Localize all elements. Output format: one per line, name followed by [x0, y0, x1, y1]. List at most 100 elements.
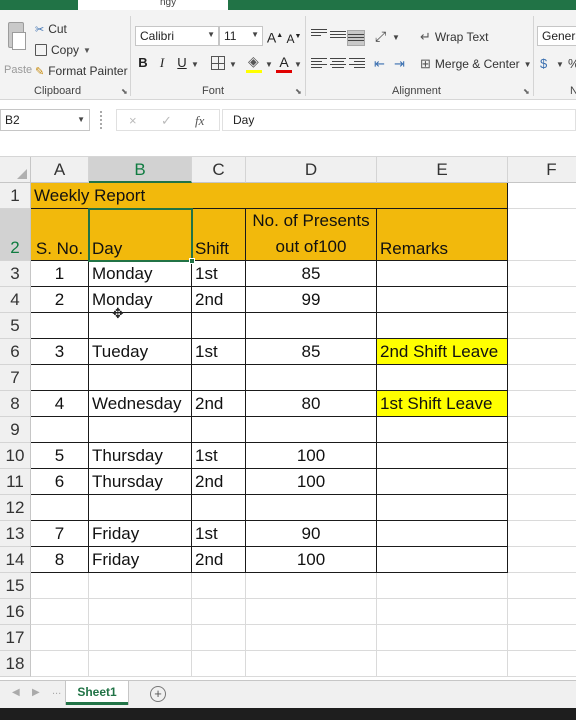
dialog-launcher-icon[interactable]: ⬊	[295, 87, 302, 96]
cell-a8[interactable]: 4	[31, 391, 89, 417]
cell-d18[interactable]	[246, 651, 377, 677]
more-sheets-icon[interactable]: ...	[52, 685, 61, 697]
cell-b5[interactable]	[89, 313, 192, 339]
format-painter-button[interactable]: ✎ Format Painter	[35, 63, 128, 79]
cell-e11[interactable]	[377, 469, 508, 495]
cell-e5[interactable]	[377, 313, 508, 339]
cell-b12[interactable]	[89, 495, 192, 521]
cell-d17[interactable]	[246, 625, 377, 651]
cell-c6[interactable]: 1st	[192, 339, 246, 365]
cell-c5[interactable]	[192, 313, 246, 339]
cell-b10[interactable]: Thursday	[89, 443, 192, 469]
cell-f15[interactable]	[508, 573, 576, 599]
chevron-down-icon[interactable]: ▼	[294, 60, 302, 69]
align-left-icon[interactable]	[311, 58, 327, 72]
resize-handle[interactable]	[100, 111, 104, 129]
row-header-1[interactable]: 1	[0, 183, 31, 209]
cell-b11[interactable]: Thursday	[89, 469, 192, 495]
cell-f18[interactable]	[508, 651, 576, 677]
underline-button[interactable]: U	[173, 54, 191, 72]
align-right-icon[interactable]	[349, 58, 365, 72]
cell-d7[interactable]	[246, 365, 377, 391]
cell-e4[interactable]	[377, 287, 508, 313]
cell-b18[interactable]	[89, 651, 192, 677]
cell-c17[interactable]	[192, 625, 246, 651]
row-header-16[interactable]: 16	[0, 599, 31, 625]
cell-a12[interactable]	[31, 495, 89, 521]
cell-f5[interactable]	[508, 313, 576, 339]
cell-f3[interactable]	[508, 261, 576, 287]
cell-a3[interactable]: 1	[31, 261, 89, 287]
cell-d8[interactable]: 80	[246, 391, 377, 417]
cell-a7[interactable]	[31, 365, 89, 391]
sheet-tab-sheet1[interactable]: Sheet1	[66, 681, 128, 705]
cut-button[interactable]: ✂ Cut	[35, 21, 67, 37]
row-header-17[interactable]: 17	[0, 625, 31, 651]
cell-b4[interactable]: Monday	[89, 287, 192, 313]
next-sheet-icon[interactable]: ▶	[32, 687, 40, 698]
orientation-icon[interactable]: ⤢	[375, 28, 386, 45]
formula-input[interactable]: Day	[222, 109, 576, 131]
cell-c10[interactable]: 1st	[192, 443, 246, 469]
middle-align-icon[interactable]	[330, 31, 346, 45]
header-cell-a[interactable]: S. No.	[31, 209, 89, 261]
column-header-d[interactable]: D	[246, 157, 377, 183]
cell-d3[interactable]: 85	[246, 261, 377, 287]
active-ribbon-tab[interactable]	[78, 0, 228, 10]
cell-f9[interactable]	[508, 417, 576, 443]
bottom-align-icon[interactable]	[347, 30, 365, 46]
cell-d10[interactable]: 100	[246, 443, 377, 469]
italic-button[interactable]: I	[153, 54, 171, 72]
cell-d12[interactable]	[246, 495, 377, 521]
cell-f16[interactable]	[508, 599, 576, 625]
paste-button[interactable]: Paste	[2, 20, 32, 76]
chevron-down-icon[interactable]: ▼	[191, 60, 199, 69]
chevron-down-icon[interactable]: ▼	[229, 60, 237, 69]
header-cell-c[interactable]: Shift	[192, 209, 246, 261]
cell-f13[interactable]	[508, 521, 576, 547]
cell-a15[interactable]	[31, 573, 89, 599]
cell-f12[interactable]	[508, 495, 576, 521]
cell-c12[interactable]	[192, 495, 246, 521]
cell-f14[interactable]	[508, 547, 576, 573]
cell-c9[interactable]	[192, 417, 246, 443]
cell-e16[interactable]	[377, 599, 508, 625]
cell-c13[interactable]: 1st	[192, 521, 246, 547]
header-cell-b[interactable]: Day	[89, 209, 192, 261]
previous-sheet-icon[interactable]: ◀	[12, 687, 20, 698]
cell-e18[interactable]	[377, 651, 508, 677]
cell-b8[interactable]: Wednesday	[89, 391, 192, 417]
cell-c8[interactable]: 2nd	[192, 391, 246, 417]
cell-e7[interactable]	[377, 365, 508, 391]
shrink-font-button[interactable]: A▼	[285, 28, 303, 46]
merge-center-button[interactable]: ⊞ Merge & Center ▼	[420, 56, 532, 72]
top-align-icon[interactable]	[311, 29, 327, 43]
column-header-a[interactable]: A	[31, 157, 89, 183]
row-header-4[interactable]: 4	[0, 287, 31, 313]
cell-f17[interactable]	[508, 625, 576, 651]
cell-a14[interactable]: 8	[31, 547, 89, 573]
header-cell-e[interactable]: Remarks	[377, 209, 508, 261]
cell-c4[interactable]: 2nd	[192, 287, 246, 313]
cell-b17[interactable]	[89, 625, 192, 651]
row-header-8[interactable]: 8	[0, 391, 31, 417]
cell-f7[interactable]	[508, 365, 576, 391]
borders-icon[interactable]	[211, 56, 225, 70]
percent-icon[interactable]: %	[568, 56, 576, 71]
cell-b15[interactable]	[89, 573, 192, 599]
cell-c18[interactable]	[192, 651, 246, 677]
fill-handle[interactable]	[189, 258, 195, 264]
cell-e8[interactable]: 1st Shift Leave	[377, 391, 508, 417]
cell-c11[interactable]: 2nd	[192, 469, 246, 495]
cell-b6[interactable]: Tueday	[89, 339, 192, 365]
cell-a10[interactable]: 5	[31, 443, 89, 469]
cell-d4[interactable]: 99	[246, 287, 377, 313]
cell-b7[interactable]	[89, 365, 192, 391]
grow-font-button[interactable]: A▲	[266, 27, 284, 46]
cell-e3[interactable]	[377, 261, 508, 287]
cell-d15[interactable]	[246, 573, 377, 599]
font-size-dropdown[interactable]: 11 ▼	[219, 26, 263, 46]
cell-d5[interactable]	[246, 313, 377, 339]
font-name-dropdown[interactable]: Calibri ▼	[135, 26, 219, 46]
select-all-button[interactable]	[0, 157, 31, 183]
